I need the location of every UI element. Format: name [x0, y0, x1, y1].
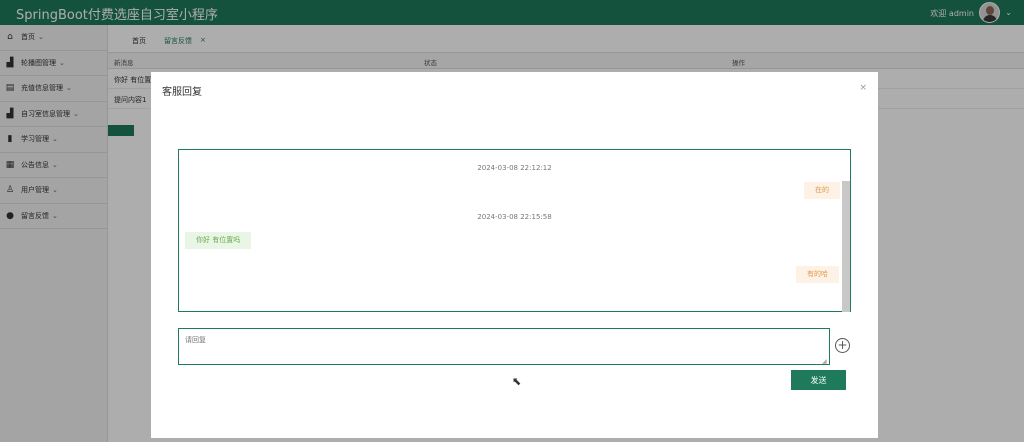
- chat-scrollbar[interactable]: [842, 181, 850, 312]
- resize-handle-icon[interactable]: ◢: [822, 358, 827, 365]
- message-bubble-left: 你好 有位置吗: [185, 232, 252, 249]
- add-icon[interactable]: +: [835, 338, 850, 353]
- modal-title: 客服回复: [162, 87, 202, 98]
- reply-modal: 客服回复 × 2024-03-08 22:12:12 在的 2024-03-08…: [151, 72, 878, 438]
- mouse-cursor-icon: ⬉: [512, 375, 522, 388]
- message-timestamp: 2024-03-08 22:12:12: [477, 164, 552, 172]
- message-bubble-right: 有的哈: [796, 266, 839, 283]
- message-bubble-right: 在的: [804, 182, 840, 199]
- send-button[interactable]: 发送: [791, 370, 846, 390]
- chat-history: 2024-03-08 22:12:12 在的 2024-03-08 22:15:…: [178, 149, 851, 388]
- reply-input[interactable]: [178, 328, 830, 365]
- message-timestamp: 2024-03-08 22:15:58: [477, 213, 552, 221]
- close-icon[interactable]: ×: [859, 83, 867, 93]
